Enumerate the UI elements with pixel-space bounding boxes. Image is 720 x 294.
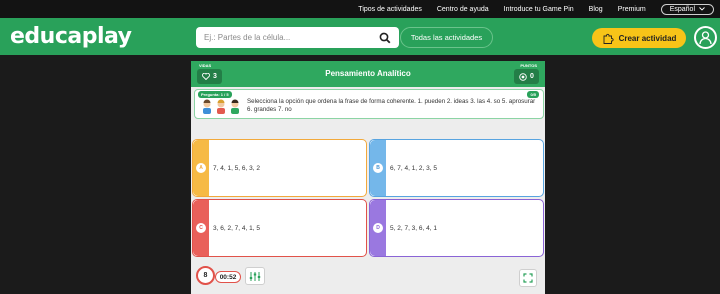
- educaplay-logo[interactable]: educaplay: [10, 24, 132, 49]
- answer-option-c[interactable]: C 3, 6, 2, 7, 4, 1, 5: [192, 199, 367, 257]
- nav-link-premium[interactable]: Premium: [618, 6, 646, 13]
- game-header: VIDAS 3 Pensamiento Analítico PUNTOS 0: [191, 61, 545, 87]
- create-activity-label: Crear actividad: [618, 33, 677, 43]
- nav-link-help-center[interactable]: Centro de ayuda: [437, 6, 489, 13]
- all-activities-button[interactable]: Todas las actividades: [400, 27, 493, 48]
- answer-option-a[interactable]: A 7, 4, 1, 5, 6, 3, 2: [192, 139, 367, 197]
- time-remaining: 00:52: [215, 271, 241, 283]
- points-label: PUNTOS: [520, 63, 537, 68]
- answer-option-d[interactable]: D 5, 2, 7, 3, 6, 4, 1: [369, 199, 544, 257]
- points-counter: 0: [514, 69, 539, 84]
- question-text: Selecciona la opción que ordena la frase…: [247, 98, 536, 113]
- question-number-badge: Pregunta: 1 / 5: [198, 91, 232, 98]
- top-links: Tipos de actividades Centro de ayuda Int…: [358, 0, 714, 18]
- nav-link-game-pin[interactable]: Introduce tu Game Pin: [504, 6, 574, 13]
- timer-counter: 8: [196, 266, 215, 285]
- points-value: 0: [530, 73, 534, 80]
- option-d-text: 5, 2, 7, 3, 6, 4, 1: [390, 225, 437, 232]
- option-c-text: 3, 6, 2, 7, 4, 1, 5: [213, 225, 260, 232]
- chevron-down-icon: [699, 7, 705, 11]
- search-icon[interactable]: [379, 32, 391, 44]
- option-d-letter: D: [373, 223, 383, 233]
- nav-link-blog[interactable]: Blog: [589, 6, 603, 13]
- user-icon: [699, 31, 712, 45]
- puzzle-icon: [603, 33, 614, 44]
- option-a-text: 7, 4, 1, 5, 6, 3, 2: [213, 165, 260, 172]
- language-label: Español: [669, 5, 695, 13]
- main-header: educaplay Ej.: Partes de la célula... To…: [0, 18, 720, 55]
- question-box: Pregunta: 1 / 5 0/5 Selecciona la opción…: [194, 89, 544, 119]
- settings-button[interactable]: [245, 267, 265, 285]
- option-c-letter: C: [196, 223, 206, 233]
- nav-link-activity-types[interactable]: Tipos de actividades: [358, 6, 422, 13]
- game-title: Pensamiento Analítico: [325, 69, 411, 78]
- option-a-letter: A: [196, 163, 206, 173]
- lives-label: VIDAS: [199, 63, 212, 68]
- create-activity-button[interactable]: Crear actividad: [592, 28, 686, 48]
- sliders-icon: [249, 271, 261, 281]
- user-avatar[interactable]: [694, 26, 717, 49]
- game-panel: VIDAS 3 Pensamiento Analítico PUNTOS 0 P…: [191, 61, 545, 294]
- option-b-letter: B: [373, 163, 383, 173]
- search-input[interactable]: Ej.: Partes de la célula...: [204, 33, 379, 42]
- question-progress-badge: 0/5: [527, 91, 539, 98]
- answer-option-b[interactable]: B 6, 7, 4, 1, 2, 3, 5: [369, 139, 544, 197]
- people-illustration-icon: [203, 99, 239, 114]
- search-box[interactable]: Ej.: Partes de la célula...: [196, 27, 399, 48]
- target-icon: [519, 72, 527, 81]
- option-b-text: 6, 7, 4, 1, 2, 3, 5: [390, 165, 437, 172]
- fullscreen-icon: [523, 273, 533, 283]
- language-selector[interactable]: Español: [660, 3, 714, 15]
- fullscreen-button[interactable]: [519, 269, 537, 287]
- top-navigation-bar: Tipos de actividades Centro de ayuda Int…: [0, 0, 720, 18]
